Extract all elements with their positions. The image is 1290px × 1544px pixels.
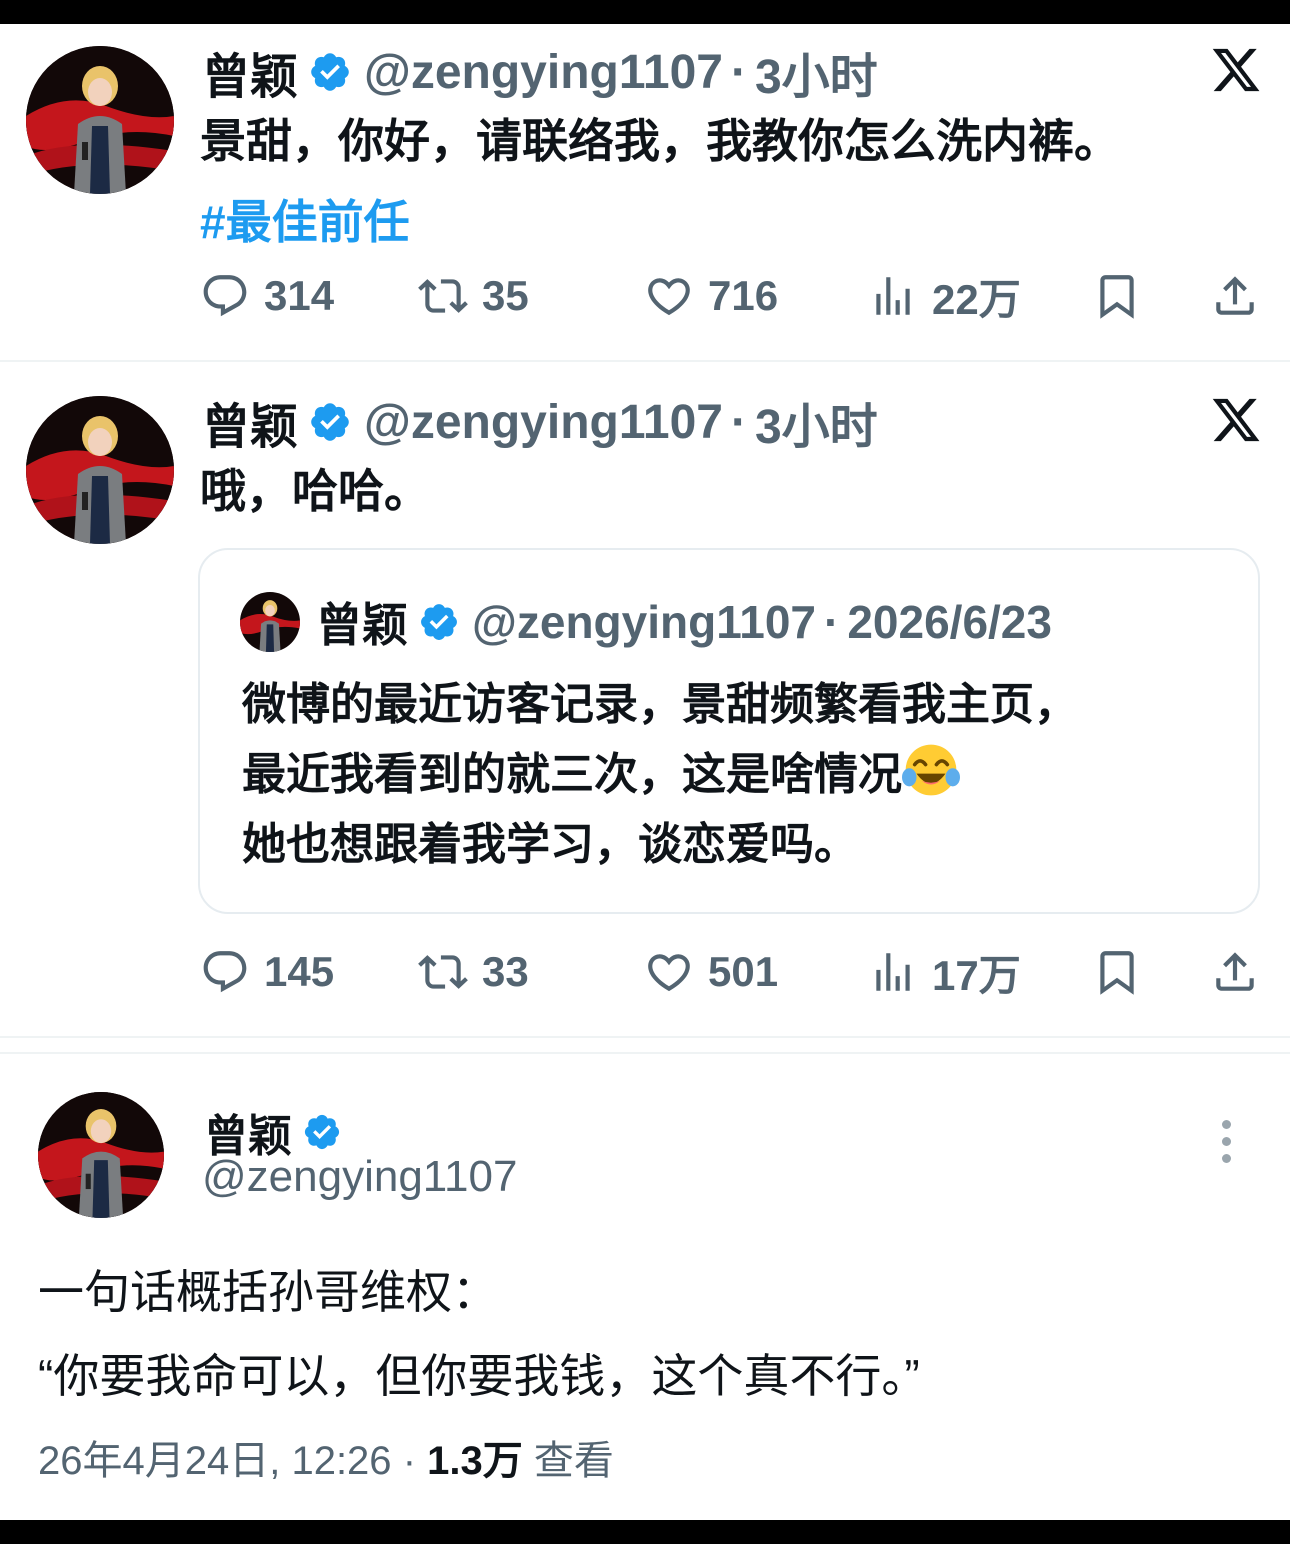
quote-line-2: 最近我看到的就三次，这是啥情况 (242, 750, 902, 799)
post-datetime[interactable]: 26年4月24日, 12:26 (38, 1439, 392, 1483)
face-with-tears-of-joy-icon (902, 741, 960, 799)
author-handle[interactable]: @zengying1107 (364, 45, 723, 100)
tweet-header: 曾颖 @zengying1107 · 3小时 (202, 37, 878, 107)
timestamp[interactable]: 3小时 (755, 387, 878, 457)
share-button[interactable] (1210, 942, 1260, 1002)
retweet-icon (418, 955, 468, 989)
timestamp[interactable]: 3小时 (755, 37, 878, 107)
tweet-text-line-1: 一句话概括孙哥维权： (38, 1266, 498, 1318)
avatar[interactable] (26, 46, 174, 194)
x-logo-icon (1210, 394, 1262, 446)
author-handle[interactable]: @zengying1107 (202, 1152, 517, 1202)
quote-header: 曾颖 @zengying1107 · 2026/6/23 (316, 592, 1052, 652)
top-black-bar (0, 0, 1290, 24)
divider (0, 1052, 1290, 1054)
quote-body: 微博的最近访客记录，景甜频繁看我主页， 最近我看到的就三次，这是啥情况 她也想跟… (242, 670, 1078, 880)
views-button[interactable]: 22万 (868, 266, 1021, 326)
retweet-count: 33 (482, 948, 529, 995)
retweet-button[interactable]: 33 (418, 942, 529, 1002)
tweet-actions: 314 35 716 22万 (200, 266, 1270, 326)
more-options-button[interactable] (1216, 1120, 1236, 1164)
views-count: 1.3万 (427, 1439, 523, 1483)
x-logo-icon (1210, 44, 1262, 96)
author-name[interactable]: 曾颖 (202, 37, 298, 107)
verified-badge-icon (308, 50, 352, 94)
reply-button[interactable]: 145 (200, 942, 334, 1002)
heart-icon (648, 278, 690, 316)
separator-dot: · (402, 1439, 417, 1483)
divider (0, 360, 1290, 362)
bookmark-icon (1100, 275, 1134, 319)
verified-badge-icon (302, 1112, 342, 1152)
retweet-button[interactable]: 35 (418, 266, 529, 326)
tweet-text: 景甜，你好，请联络我，我教你怎么洗内裤。 (200, 115, 1120, 167)
separator-dot: · (824, 596, 840, 648)
bookmark-button[interactable] (1092, 266, 1142, 326)
share-icon (1216, 952, 1254, 991)
avatar[interactable] (38, 1092, 164, 1218)
like-button[interactable]: 716 (644, 266, 778, 326)
like-button[interactable]: 501 (644, 942, 778, 1002)
reply-icon (203, 275, 247, 317)
views-button[interactable]: 17万 (868, 942, 1021, 1002)
separator-dot: · (730, 45, 747, 99)
views-count: 17万 (932, 951, 1021, 999)
quote-line-3: 她也想跟着我学习，谈恋爱吗。 (242, 820, 858, 869)
retweet-icon (418, 279, 468, 313)
views-count: 22万 (932, 275, 1021, 323)
tweet-header: 曾颖 @zengying1107 · 3小时 (202, 387, 878, 457)
tweet-text: 哦，哈哈。 (200, 465, 430, 517)
reply-icon (203, 951, 247, 993)
like-count: 716 (708, 272, 779, 319)
tweet-text-line-2: “你要我命可以，但你要我钱，这个真不行。” (38, 1350, 920, 1402)
more-dot (1222, 1154, 1231, 1163)
views-label: 查看 (533, 1439, 614, 1483)
share-button[interactable] (1210, 266, 1260, 326)
hashtag-link[interactable]: #最佳前任 (200, 186, 410, 252)
views-chart-icon (876, 953, 910, 991)
author-handle[interactable]: @zengying1107 (364, 395, 723, 450)
divider (0, 1036, 1290, 1038)
quote-author-name: 曾颖 (316, 599, 408, 651)
quote-date: 2026/6/23 (847, 596, 1052, 648)
bookmark-button[interactable] (1092, 942, 1142, 1002)
verified-badge-icon (418, 601, 460, 643)
tweet-meta: 26年4月24日, 12:26 · 1.3万 查看 (38, 1428, 614, 1486)
more-dot (1222, 1137, 1231, 1146)
retweet-count: 35 (482, 272, 529, 319)
avatar[interactable] (26, 396, 174, 544)
share-icon (1216, 276, 1254, 315)
heart-icon (648, 954, 690, 992)
quote-line-2-wrap: 最近我看到的就三次，这是啥情况 (242, 740, 1078, 810)
reply-button[interactable]: 314 (200, 266, 334, 326)
verified-badge-icon (308, 400, 352, 444)
quote-avatar (240, 592, 300, 652)
bookmark-icon (1100, 951, 1134, 995)
quote-line-1: 微博的最近访客记录，景甜频繁看我主页， (242, 680, 1078, 729)
reply-count: 314 (264, 272, 335, 319)
reply-count: 145 (264, 948, 335, 995)
bottom-black-bar (0, 1520, 1290, 1544)
author-name[interactable]: 曾颖 (202, 387, 298, 457)
quoted-tweet-card[interactable]: 曾颖 @zengying1107 · 2026/6/23 微博的最近访客记录，景… (198, 548, 1260, 914)
like-count: 501 (708, 948, 779, 995)
separator-dot: · (730, 395, 747, 449)
tweet-actions: 145 33 501 17万 (200, 942, 1270, 1002)
views-chart-icon (876, 277, 910, 315)
more-dot (1222, 1120, 1231, 1129)
quote-author-handle: @zengying1107 (472, 596, 816, 648)
